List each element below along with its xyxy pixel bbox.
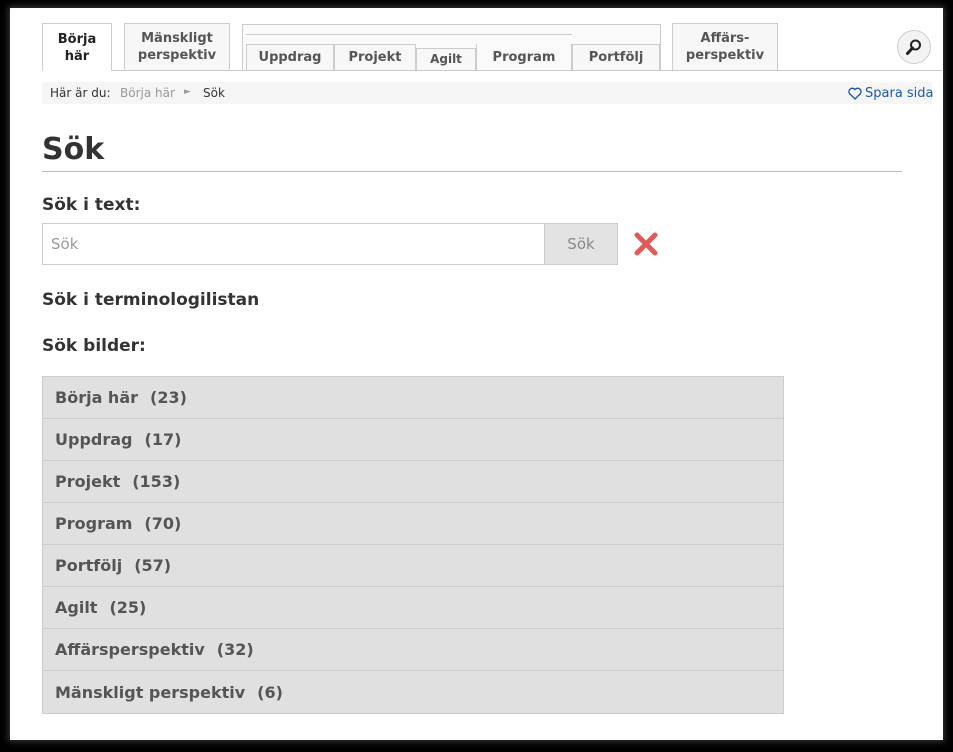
tab-borja-har-line1: Börja — [57, 31, 97, 47]
category-item-manskligt-perspektiv[interactable]: Mänskligt perspektiv (6) — [43, 671, 783, 713]
title-divider — [42, 171, 902, 172]
tab-baseline — [42, 70, 942, 71]
tab-affars-line2: perspektiv — [685, 48, 765, 63]
breadcrumb: Här är du: Börja här ► Sök — [42, 82, 932, 104]
search-submit-button[interactable]: Sök — [544, 223, 618, 265]
category-item-uppdrag[interactable]: Uppdrag (17) — [43, 419, 783, 461]
clear-search-button[interactable] — [632, 230, 660, 258]
category-count: (6) — [257, 682, 283, 702]
tab-portfolj-label: Portfölj — [588, 50, 644, 65]
tab-agilt-label: Agilt — [430, 52, 462, 66]
save-page-label: Spara sida — [865, 86, 934, 101]
page-frame: Börja här Mänskligt perspektiv Uppdrag P… — [10, 8, 943, 740]
magnifier-icon — [906, 39, 921, 55]
category-name: Affärsperspektiv — [55, 640, 205, 659]
tab-uppdrag-label: Uppdrag — [258, 50, 322, 65]
tab-group-inner-line — [246, 34, 572, 35]
site-search-button[interactable] — [897, 30, 931, 64]
category-item-portfolj[interactable]: Portfölj (57) — [43, 545, 783, 587]
breadcrumb-item-borja-har[interactable]: Börja här — [120, 86, 175, 100]
tab-manskligt-perspektiv[interactable]: Mänskligt perspektiv — [124, 23, 230, 70]
category-item-borja-har[interactable]: Börja här (23) — [43, 377, 783, 419]
category-name: Program — [55, 514, 133, 533]
close-x-icon — [634, 232, 658, 256]
category-name: Portfölj — [55, 556, 123, 575]
main-nav-tabs: Börja här Mänskligt perspektiv Uppdrag P… — [10, 8, 943, 72]
category-count: (17) — [144, 430, 182, 449]
search-images-heading: Sök bilder: — [42, 336, 146, 356]
category-item-affarsperspektiv[interactable]: Affärsperspektiv (32) — [43, 629, 783, 671]
heart-icon — [848, 87, 862, 100]
category-name: Agilt — [55, 598, 98, 617]
category-count: (70) — [144, 514, 182, 533]
category-count: (153) — [132, 472, 181, 491]
tab-manskligt-line1: Mänskligt — [141, 31, 213, 46]
breadcrumb-separator-icon: ► — [184, 87, 191, 97]
category-count: (25) — [109, 598, 147, 617]
category-item-projekt[interactable]: Projekt (153) — [43, 461, 783, 503]
tab-portfolj[interactable]: Portfölj — [572, 44, 660, 70]
breadcrumb-label: Här är du: — [50, 86, 111, 100]
category-item-program[interactable]: Program (70) — [43, 503, 783, 545]
save-page-link[interactable]: Spara sida — [848, 86, 934, 101]
tab-borja-har[interactable]: Börja här — [42, 23, 112, 71]
category-count: (57) — [134, 556, 172, 575]
tab-affarsperspektiv[interactable]: Affärs- perspektiv — [672, 23, 778, 70]
category-count: (23) — [150, 388, 187, 407]
tab-projekt-label: Projekt — [348, 50, 402, 65]
page-title: Sök — [42, 132, 105, 167]
category-name: Börja här — [55, 388, 139, 407]
terminology-search-link[interactable]: Sök i terminologilistan — [42, 290, 259, 310]
category-item-agilt[interactable]: Agilt (25) — [43, 587, 783, 629]
search-text-heading: Sök i text: — [42, 195, 141, 215]
category-name: Projekt — [55, 472, 121, 491]
tab-manskligt-line2: perspektiv — [137, 48, 217, 63]
tab-program[interactable]: Program — [476, 44, 572, 70]
tab-affars-line1: Affärs- — [700, 31, 750, 46]
tab-borja-har-line2: här — [64, 48, 90, 64]
tab-projekt[interactable]: Projekt — [334, 44, 416, 70]
search-input[interactable] — [42, 223, 545, 265]
category-name: Uppdrag — [55, 430, 133, 449]
breadcrumb-item-current: Sök — [203, 86, 225, 100]
tab-program-label: Program — [492, 49, 556, 65]
category-name: Mänskligt perspektiv — [55, 682, 246, 702]
tab-uppdrag[interactable]: Uppdrag — [246, 44, 334, 70]
tab-agilt[interactable]: Agilt — [416, 48, 476, 70]
image-category-list: Börja här (23) Uppdrag (17) Projekt (153… — [42, 376, 784, 714]
category-count: (32) — [216, 640, 254, 659]
